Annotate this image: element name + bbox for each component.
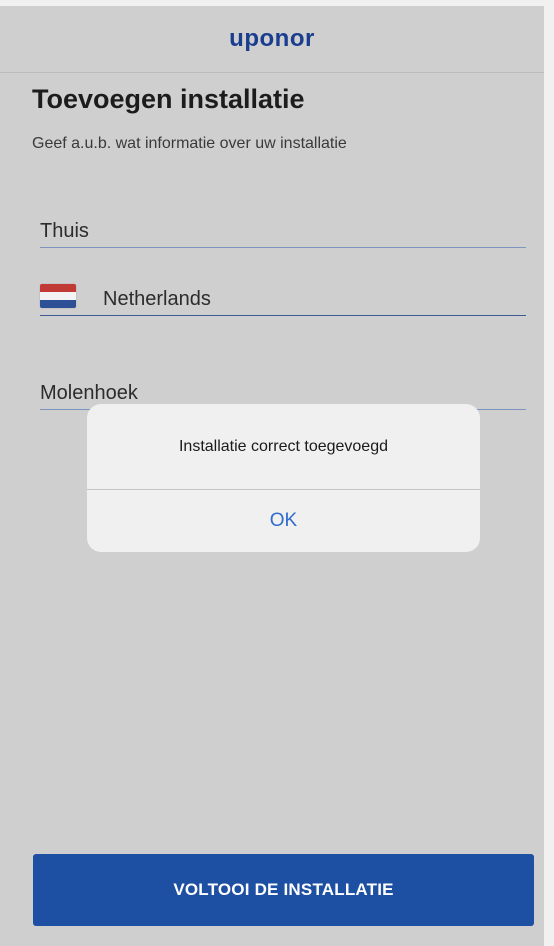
country-select[interactable]: Netherlands: [40, 282, 526, 316]
dialog-message: Installatie correct toegevoegd: [87, 404, 480, 490]
dialog-ok-button[interactable]: OK: [87, 490, 480, 552]
country-value: Netherlands: [103, 288, 211, 310]
page-title: Toevoegen installatie: [32, 84, 305, 114]
complete-installation-button[interactable]: VOLTOOI DE INSTALLATIE: [33, 854, 534, 926]
city-value: Molenhoek: [40, 382, 138, 404]
app-screen: uponor Toevoegen installatie Geef a.u.b.…: [0, 6, 544, 946]
app-header: uponor: [0, 6, 544, 73]
uponor-logo: uponor: [229, 25, 315, 52]
alert-dialog: Installatie correct toegevoegd OK: [87, 404, 480, 552]
page-subtitle: Geef a.u.b. wat informatie over uw insta…: [32, 135, 347, 152]
installation-name-value: Thuis: [40, 220, 89, 242]
installation-name-field[interactable]: Thuis: [40, 214, 526, 248]
netherlands-flag-icon: [40, 284, 76, 308]
